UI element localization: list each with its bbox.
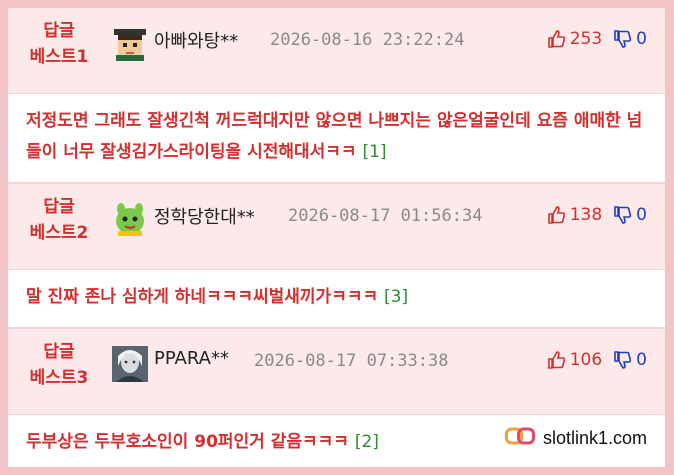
comment-timestamp: 2026-08-17 07:33:38 [254, 351, 449, 371]
upvote-count: 106 [569, 350, 603, 370]
best-comment-1: 답글 베스트1 아빠와탕** 2026-08-16 23:22:24 253 0… [8, 8, 665, 182]
link-logo-icon [504, 427, 535, 450]
thumbs-down-icon[interactable] [612, 29, 632, 49]
rank-line-2: 베스트2 [29, 223, 89, 243]
rank-line-1: 답글 [43, 197, 75, 217]
comment-text: 저정도면 그래도 잘생긴척 꺼드럭대지만 않으면 나쁘지는 않은얼굴인데 요즘 … [26, 111, 643, 162]
best-rank-label: 답글 베스트1 [24, 18, 94, 70]
comment-text: 두부상은 두부호소인이 90퍼인거 같음ㅋㅋㅋ [26, 432, 349, 452]
thumbs-down-icon[interactable] [612, 205, 632, 225]
reply-count-link[interactable]: [3] [384, 287, 408, 307]
site-watermark: slotlink1.com [504, 427, 647, 450]
comment-body: 말 진짜 존나 심하게 하네ㅋㅋㅋ씨벌새끼가ㅋㅋㅋ [3] [8, 270, 665, 327]
nickname-link[interactable]: 아빠와탕** [154, 27, 238, 53]
best-comments-panel: 답글 베스트1 아빠와탕** 2026-08-16 23:22:24 253 0… [8, 8, 665, 467]
rank-line-2: 베스트1 [29, 47, 89, 67]
green-character-avatar-icon[interactable] [112, 201, 148, 237]
downvote-count: 0 [636, 350, 647, 370]
thumbs-down-icon[interactable] [612, 350, 632, 370]
comment-timestamp: 2026-08-16 23:22:24 [270, 30, 465, 50]
watermark-text: slotlink1.com [542, 428, 647, 448]
comment-header: 답글 베스트3 PPARA** 2026-08-17 07:33:38 106 … [8, 329, 665, 415]
comment-body: 저정도면 그래도 잘생긴척 꺼드럭대지만 않으면 나쁘지는 않은얼굴인데 요즘 … [8, 94, 665, 182]
vote-group: 253 0 [546, 29, 647, 49]
reply-count-link[interactable]: [2] [355, 432, 379, 452]
downvote-count: 0 [636, 205, 647, 225]
nickname-link[interactable]: PPARA** [154, 348, 229, 369]
vote-group: 106 0 [546, 350, 647, 370]
downvote-count: 0 [636, 29, 647, 49]
best-rank-label: 답글 베스트3 [24, 339, 94, 391]
rank-line-1: 답글 [43, 342, 75, 362]
nickname-link[interactable]: 정학당한대** [154, 203, 255, 229]
pixel-face-avatar-icon[interactable] [112, 25, 148, 61]
best-comment-2: 답글 베스트2 정학당한대** 2026-08-17 01:56:34 138 … [8, 184, 665, 327]
best-rank-label: 답글 베스트2 [24, 194, 94, 246]
comment-text: 말 진짜 존나 심하게 하네ㅋㅋㅋ씨벌새끼가ㅋㅋㅋ [26, 287, 379, 307]
thumbs-up-icon[interactable] [546, 29, 566, 49]
rank-line-1: 답글 [43, 21, 75, 41]
photo-avatar-icon[interactable] [112, 346, 148, 382]
upvote-count: 138 [569, 205, 603, 225]
thumbs-up-icon[interactable] [546, 205, 566, 225]
thumbs-up-icon[interactable] [546, 350, 566, 370]
vote-group: 138 0 [546, 205, 647, 225]
reply-count-link[interactable]: [1] [362, 142, 386, 162]
comment-header: 답글 베스트1 아빠와탕** 2026-08-16 23:22:24 253 0 [8, 8, 665, 94]
rank-line-2: 베스트3 [29, 368, 89, 388]
comment-header: 답글 베스트2 정학당한대** 2026-08-17 01:56:34 138 … [8, 184, 665, 270]
upvote-count: 253 [569, 29, 603, 49]
comment-timestamp: 2026-08-17 01:56:34 [288, 206, 483, 226]
